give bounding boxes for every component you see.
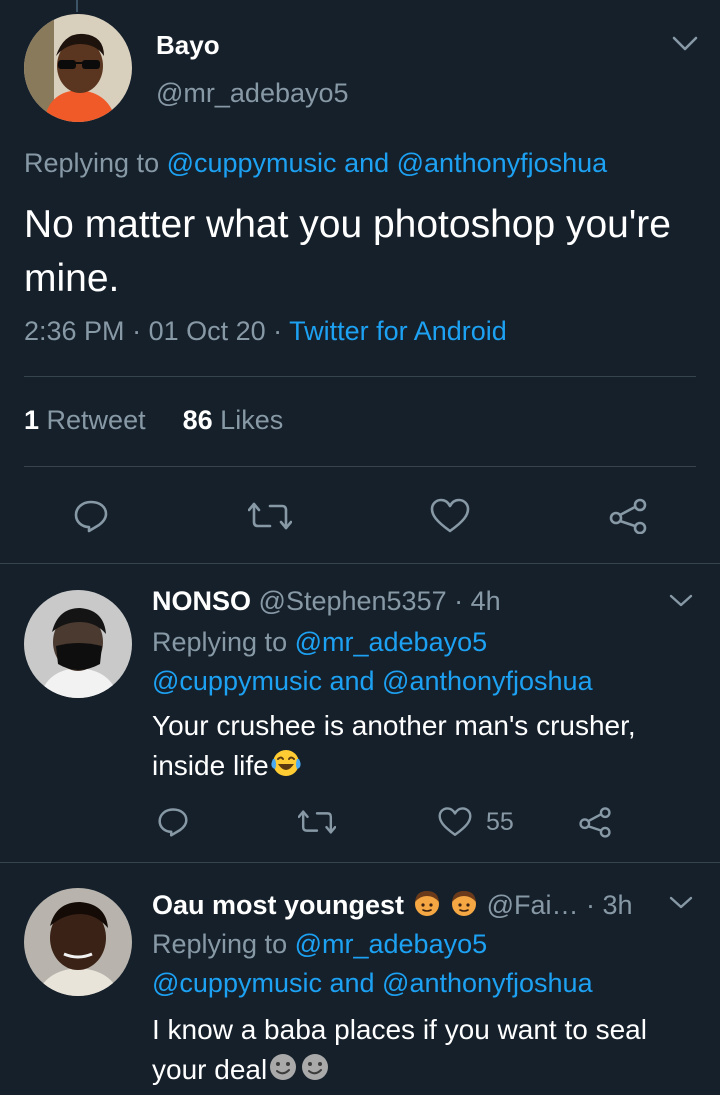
reply-text: I know a baba places if you want to seal… [152,1014,647,1085]
reply-button[interactable] [156,806,190,838]
mention-link[interactable]: @anthonyfjoshua [382,968,593,998]
author-handle[interactable]: @Stephen5357 [259,586,447,616]
heart-icon [430,498,470,533]
tweet-date: 01 Oct 20 [148,316,266,346]
retweet-icon [298,810,336,834]
retweet-button[interactable] [248,500,292,532]
reply-time: · 3h [578,890,633,920]
avatar[interactable] [24,590,132,698]
replying-to: Replying to @mr_adebayo5 [152,929,488,959]
mention-link[interactable]: @cuppymusic [152,968,322,998]
heart-icon [438,807,472,836]
author-name[interactable]: NONSO [152,586,251,616]
thread-connector-line [76,0,78,12]
tweet-meta: 2:36 PM · 01 Oct 20 · Twitter for Androi… [24,316,507,346]
mention-link[interactable]: @anthonyfjoshua [382,666,593,696]
reply-header: NONSO @Stephen5357 · 4h [152,586,501,617]
tweet-stats: 1 Retweet 86 Likes [24,405,283,436]
boy-emoji-icon [449,888,479,918]
replying-to-mentions: @cuppymusic and @anthonyfjoshua [152,666,593,696]
retweet-icon [248,502,292,530]
like-button[interactable] [430,498,470,534]
share-button[interactable] [578,806,612,838]
mention-link[interactable]: @mr_adebayo5 [295,627,488,657]
divider [0,862,720,863]
tweet-time: 2:36 PM [24,316,125,346]
author-handle[interactable]: @mr_adebayo5 [156,78,349,109]
reply-header: Oau most youngest @Fai… · 3h [152,888,633,921]
mention-link[interactable]: @cuppymusic [167,148,337,178]
share-button[interactable] [608,498,648,534]
divider [24,376,696,377]
boy-emoji-icon [412,888,442,918]
likes-stat[interactable]: 86 Likes [183,405,284,435]
avatar[interactable] [24,888,132,996]
retweet-button[interactable] [298,808,336,836]
tears-of-joy-emoji-icon [269,747,303,779]
reply-icon [158,808,188,837]
smirk-face-emoji-icon [299,1051,331,1083]
tweet-thread: Bayo @mr_adebayo5 Replying to @cuppymusi… [0,0,720,1095]
tweet-source[interactable]: Twitter for Android [289,316,507,346]
chevron-down-icon[interactable] [668,894,694,912]
share-icon [609,498,647,534]
chevron-down-icon[interactable] [668,592,694,610]
author-name[interactable]: Bayo [156,30,220,61]
like-button[interactable]: 55 [438,806,514,838]
reply-button[interactable] [72,498,110,534]
mention-link[interactable]: @anthonyfjoshua [397,148,608,178]
author-name[interactable]: Oau most youngest [152,890,404,920]
chevron-down-icon[interactable] [670,34,700,54]
smirk-face-emoji-icon [267,1051,299,1083]
reply-icon [74,500,108,533]
divider [24,466,696,467]
reply-time: · 4h [446,586,501,616]
divider [0,563,720,564]
retweet-stat[interactable]: 1 Retweet [24,405,146,435]
replying-to-mentions: @cuppymusic and @anthonyfjoshua [152,968,593,998]
share-icon [579,807,611,838]
mention-link[interactable]: @mr_adebayo5 [295,929,488,959]
mention-link[interactable]: @cuppymusic [152,666,322,696]
author-handle[interactable]: @Fai… [487,890,579,920]
avatar[interactable] [24,14,132,122]
replying-to: Replying to @cuppymusic and @anthonyfjos… [24,148,608,178]
tweet-text: No matter what you photoshop you're mine… [24,203,671,300]
like-count: 55 [486,807,514,836]
replying-to: Replying to @mr_adebayo5 [152,627,488,657]
reply-text: Your crushee is another man's crusher, i… [152,710,636,781]
